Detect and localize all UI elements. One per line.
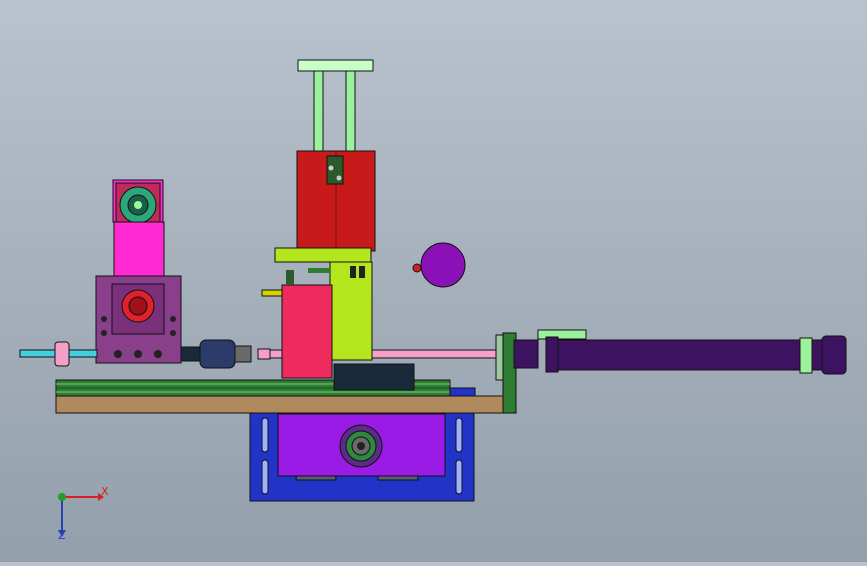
triad-z-label: Z: [58, 529, 66, 542]
triad-x-label: X: [101, 485, 109, 498]
lower-motor[interactable]: [277, 413, 446, 477]
y-axis-dot: [58, 493, 66, 501]
base-plate[interactable]: [55, 395, 504, 414]
red-column[interactable]: [296, 150, 376, 252]
adjustment-knob[interactable]: [412, 242, 466, 288]
slider-carriage[interactable]: [333, 363, 415, 391]
guide-rods[interactable]: [297, 59, 374, 152]
assembly-drawing[interactable]: [0, 0, 867, 562]
right-cylinder[interactable]: [495, 329, 847, 414]
left-motor-assembly[interactable]: [95, 179, 182, 364]
left-shaft[interactable]: [19, 341, 98, 367]
cad-viewport[interactable]: X Z: [0, 0, 867, 562]
red-block[interactable]: [261, 270, 333, 379]
shaft-coupling-icon[interactable]: [180, 339, 271, 369]
